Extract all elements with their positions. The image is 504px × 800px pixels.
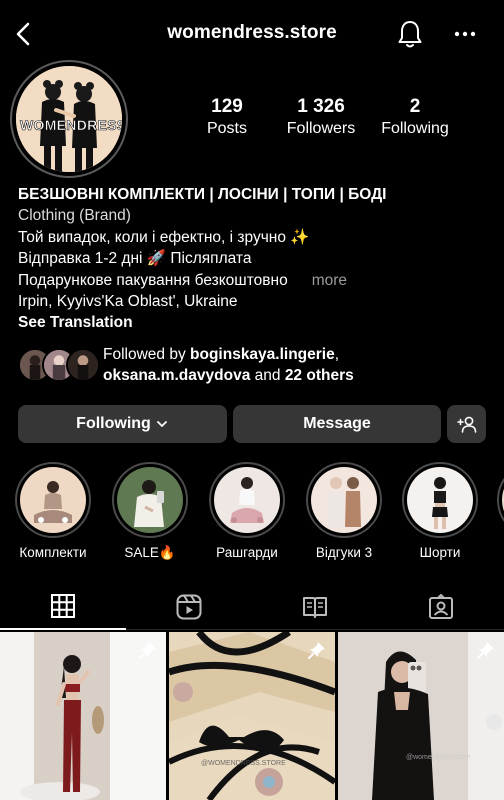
- message-button[interactable]: Message: [233, 405, 441, 443]
- highlight-ring: [402, 462, 478, 538]
- message-button-label: Message: [303, 415, 371, 432]
- following-button-label: Following: [76, 415, 151, 432]
- stat-following-count: 2: [409, 96, 421, 117]
- profile-location: Irpin, Kyyivs'Ka Oblast', Ukraine: [18, 293, 238, 311]
- bio-line-3: Подарункове пакування безкоштовно: [18, 271, 288, 289]
- reels-icon: [176, 594, 202, 620]
- pinned-icon: [477, 642, 494, 659]
- highlight-cover: [214, 467, 280, 533]
- guide-icon: [303, 597, 327, 618]
- profile-bio: БЕЗШОВНІ КОМПЛЕКТИ | ЛОСІНИ | ТОПИ | БОД…: [18, 184, 488, 334]
- highlight-label: Відгуки 3: [315, 545, 373, 560]
- followed-by-user[interactable]: boginskaya.lingerie: [190, 346, 335, 363]
- highlight-cover: [407, 467, 473, 533]
- highlight-rashguards[interactable]: Рашгарди: [207, 462, 287, 560]
- posts-grid: @WOMENDRESS.STORE @womendress.store: [0, 632, 504, 800]
- highlight-ring: [497, 462, 504, 538]
- suggested-accounts-button[interactable]: [447, 405, 486, 443]
- bio-line-3-row: Подарункове пакування безкоштовно more: [18, 270, 488, 291]
- highlight-label: Комплекти: [19, 545, 87, 560]
- highlight-ring: [209, 462, 285, 538]
- profile-display-name: БЕЗШОВНІ КОМПЛЕКТИ | ЛОСІНИ | ТОПИ | БОД…: [18, 186, 387, 203]
- highlight-shorty[interactable]: Шорти: [400, 462, 480, 560]
- grid-icon: [51, 594, 75, 618]
- followed-by-text: Followed by boginskaya.lingerie, oksana.…: [103, 344, 483, 387]
- profile-actions: Following Message: [18, 405, 486, 443]
- followed-by-separator: ,: [334, 346, 340, 363]
- post-thumbnail[interactable]: @WOMENDRESS.STORE: [169, 632, 335, 800]
- profile-content-tabs: [0, 584, 504, 630]
- chevron-down-icon: [156, 421, 167, 427]
- bio-more-link[interactable]: more: [312, 272, 347, 289]
- post-watermark: @womendress.store: [406, 754, 471, 761]
- tab-tagged[interactable]: [378, 584, 504, 630]
- see-translation-link[interactable]: See Translation: [18, 312, 488, 333]
- bell-icon[interactable]: [395, 18, 425, 50]
- tagged-icon: [429, 594, 453, 619]
- bio-line-1: Той випадок, коли і ефектно, і зручно ✨: [18, 228, 310, 246]
- stat-following[interactable]: 2 Following: [360, 96, 470, 138]
- highlight-ring: [306, 462, 382, 538]
- highlight-cover: [20, 467, 86, 533]
- pinned-icon: [308, 642, 325, 659]
- followed-by-section[interactable]: Followed by boginskaya.lingerie, oksana.…: [18, 344, 488, 388]
- following-button[interactable]: Following: [18, 405, 227, 443]
- highlight-label: SALE🔥: [124, 545, 176, 560]
- stat-following-label: Following: [381, 120, 449, 137]
- highlight-vidguky[interactable]: Відгуки 3: [304, 462, 384, 560]
- pinned-icon: [139, 642, 156, 659]
- tab-reels[interactable]: [126, 584, 252, 630]
- followed-by-user[interactable]: oksana.m.davydova: [103, 367, 250, 384]
- story-highlights: Комплекти SALE🔥 Рашгарди Відгуки 3 Шорти: [0, 462, 504, 562]
- post-thumbnail[interactable]: @womendress.store: [338, 632, 504, 800]
- add-user-icon: [456, 416, 476, 433]
- profile-stats: 129 Posts 1 326 Followers 2 Following: [0, 96, 504, 146]
- tab-posts-grid[interactable]: [0, 584, 126, 630]
- bio-line-2: Відправка 1-2 дні 🚀 Післяплата: [18, 250, 252, 268]
- followed-by-prefix: Followed by: [103, 346, 191, 363]
- profile-username: womendress.store: [167, 22, 337, 43]
- highlight-komplekty[interactable]: Комплекти: [13, 462, 93, 560]
- highlight-partial[interactable]: [497, 462, 504, 538]
- followed-by-and: and: [250, 367, 285, 385]
- profile-category: Clothing (Brand): [18, 207, 131, 225]
- highlight-cover: [311, 467, 377, 533]
- post-watermark: @WOMENDRESS.STORE: [201, 760, 286, 767]
- highlight-ring: [15, 462, 91, 538]
- highlight-cover: [117, 467, 183, 533]
- highlight-label: Рашгарди: [216, 545, 278, 560]
- highlight-sale[interactable]: SALE🔥: [110, 462, 190, 561]
- highlight-label: Шорти: [419, 545, 461, 560]
- follower-avatar: [66, 348, 100, 382]
- tab-guides[interactable]: [252, 584, 378, 630]
- highlight-ring: [112, 462, 188, 538]
- followed-by-others[interactable]: 22 others: [285, 367, 354, 384]
- post-thumbnail[interactable]: [0, 632, 166, 800]
- more-horizontal-icon[interactable]: [452, 22, 478, 46]
